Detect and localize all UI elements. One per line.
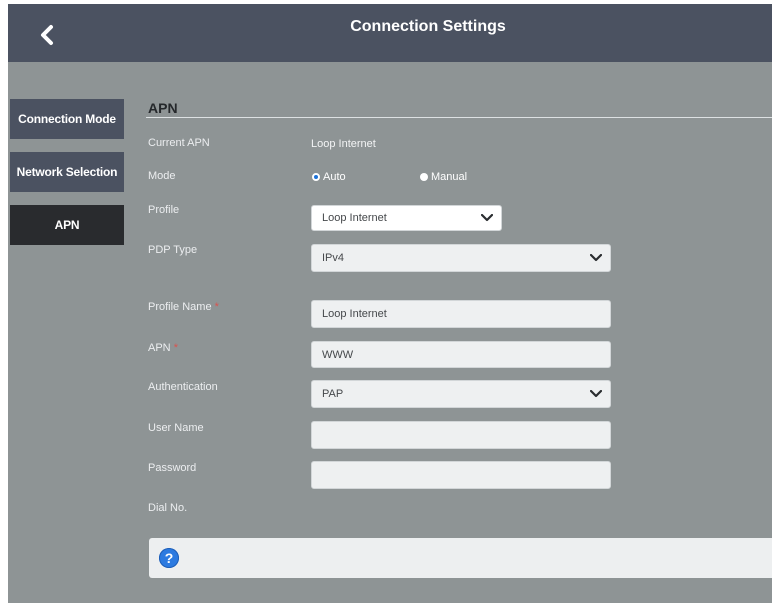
pdp-type-label: PDP Type bbox=[148, 244, 198, 256]
user-name-input[interactable] bbox=[311, 421, 611, 449]
help-icon[interactable]: ? bbox=[159, 548, 179, 568]
apn-label: APN * bbox=[148, 342, 178, 354]
pdp-type-select[interactable]: IPv4 bbox=[311, 244, 611, 272]
profile-label: Profile bbox=[148, 204, 180, 216]
mode-radio-manual[interactable]: Manual bbox=[420, 171, 467, 183]
apn-input-value: WWW bbox=[322, 348, 354, 361]
section-title: APN bbox=[148, 100, 178, 116]
profile-name-input-value: Loop Internet bbox=[322, 308, 387, 320]
help-icon-glyph: ? bbox=[164, 550, 174, 566]
dial-no-label: Dial No. bbox=[148, 502, 188, 514]
pdp-type-select-value: IPv4 bbox=[322, 252, 345, 264]
radio-label-manual: Manual bbox=[431, 171, 468, 183]
sidebar-item-network-selection[interactable]: Network Selection bbox=[10, 152, 124, 192]
chevron-down-icon bbox=[582, 254, 610, 262]
profile-name-label: Profile Name * bbox=[148, 301, 219, 313]
current-apn-value: Loop Internet bbox=[311, 138, 376, 150]
authentication-select-value: PAP bbox=[322, 388, 344, 400]
profile-name-label-text: Profile Name bbox=[148, 301, 212, 313]
authentication-label: Authentication bbox=[148, 381, 218, 393]
radio-label-auto: Auto bbox=[323, 171, 346, 183]
password-input[interactable] bbox=[311, 461, 611, 489]
mode-label: Mode bbox=[148, 170, 176, 182]
profile-name-input[interactable]: Loop Internet bbox=[311, 300, 611, 328]
sidebar-item-connection-mode[interactable]: Connection Mode bbox=[10, 99, 124, 139]
required-mark: * bbox=[173, 342, 178, 354]
profile-select[interactable]: Loop Internet bbox=[311, 205, 502, 231]
password-label: Password bbox=[148, 462, 197, 474]
current-apn-label: Current APN bbox=[148, 137, 210, 149]
sidebar-item-label: Connection Mode bbox=[18, 112, 116, 126]
apn-label-text: APN bbox=[148, 342, 171, 354]
chevron-down-icon bbox=[473, 214, 501, 222]
section-divider bbox=[146, 117, 772, 118]
apn-input[interactable]: WWW bbox=[311, 341, 611, 368]
header-bar: Connection Settings bbox=[8, 4, 772, 62]
radio-dot-unchecked bbox=[420, 173, 428, 181]
chevron-down-icon bbox=[582, 390, 610, 398]
sidebar-item-apn[interactable]: APN bbox=[10, 205, 124, 245]
help-bar: ? bbox=[149, 538, 772, 578]
page-title: Connection Settings bbox=[350, 18, 506, 35]
app-frame: Connection Settings Connection Mode Netw… bbox=[8, 4, 772, 603]
user-name-label: User Name bbox=[148, 422, 204, 434]
required-mark: * bbox=[214, 301, 219, 313]
profile-select-value: Loop Internet bbox=[322, 212, 387, 224]
sidebar-item-label: Network Selection bbox=[16, 165, 118, 179]
sidebar-item-label: APN bbox=[54, 218, 80, 232]
authentication-select[interactable]: PAP bbox=[311, 380, 611, 408]
radio-dot-checked bbox=[312, 173, 320, 181]
mode-radio-auto[interactable]: Auto bbox=[312, 171, 346, 183]
